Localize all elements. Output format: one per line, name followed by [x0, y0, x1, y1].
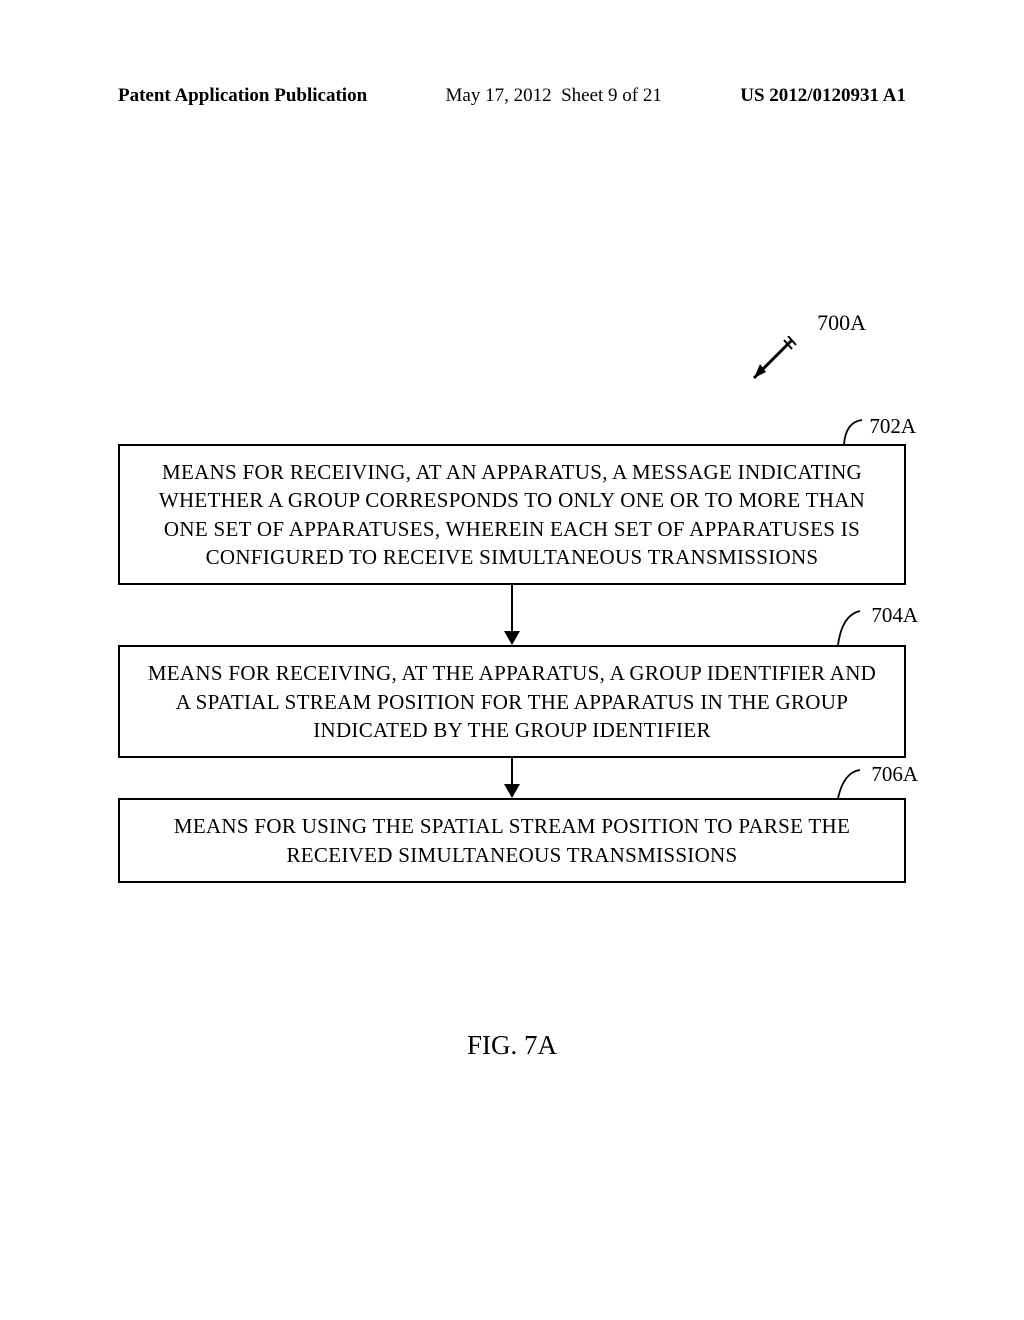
connector-arrow [118, 585, 906, 645]
ref-label-704a: 704A [871, 603, 918, 628]
ref-label-706a: 706A [871, 762, 918, 787]
page-header: Patent Application Publication May 17, 2… [0, 85, 1024, 107]
means-box-704a: MEANS FOR RECEIVING, AT THE APPARATUS, A… [118, 645, 906, 758]
arrowhead-down-icon [504, 631, 520, 645]
publication-date: May 17, 2012 [446, 85, 552, 106]
arrow-icon [742, 336, 798, 386]
means-box-702a: MEANS FOR RECEIVING, AT AN APPARATUS, A … [118, 444, 906, 585]
publication-date-sheet: May 17, 2012 Sheet 9 of 21 [446, 85, 662, 107]
hook-icon [832, 766, 862, 800]
flow-diagram: 702A MEANS FOR RECEIVING, AT AN APPARATU… [118, 420, 906, 883]
hook-icon [836, 416, 864, 446]
ref-label-702a: 702A [869, 414, 916, 439]
connector-arrow [118, 758, 906, 798]
arrowhead-down-icon [504, 784, 520, 798]
publication-number: US 2012/0120931 A1 [740, 85, 906, 107]
means-box-706a: MEANS FOR USING THE SPATIAL STREAM POSIT… [118, 798, 906, 883]
sheet-number: Sheet 9 of 21 [561, 85, 662, 106]
figure-caption: FIG. 7A [118, 1030, 906, 1061]
ref-label-700a: 700A [817, 310, 866, 336]
hook-icon [832, 607, 862, 647]
publication-type: Patent Application Publication [118, 85, 367, 107]
